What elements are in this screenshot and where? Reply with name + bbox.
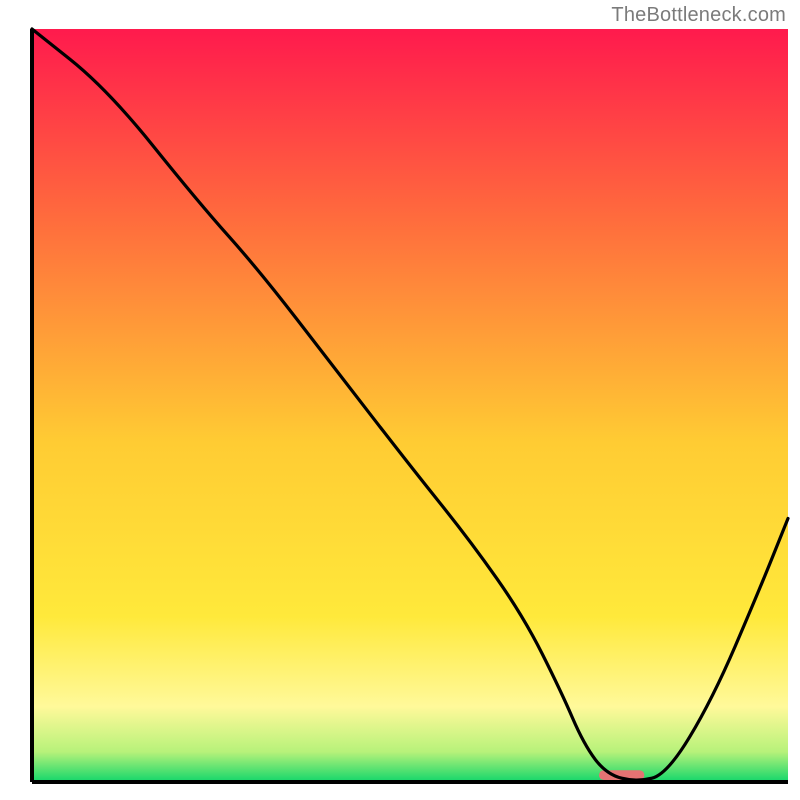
gradient-background (32, 29, 788, 782)
bottleneck-chart (0, 0, 800, 800)
watermark-text: TheBottleneck.com (611, 4, 786, 27)
chart-container: TheBottleneck.com (0, 0, 800, 800)
